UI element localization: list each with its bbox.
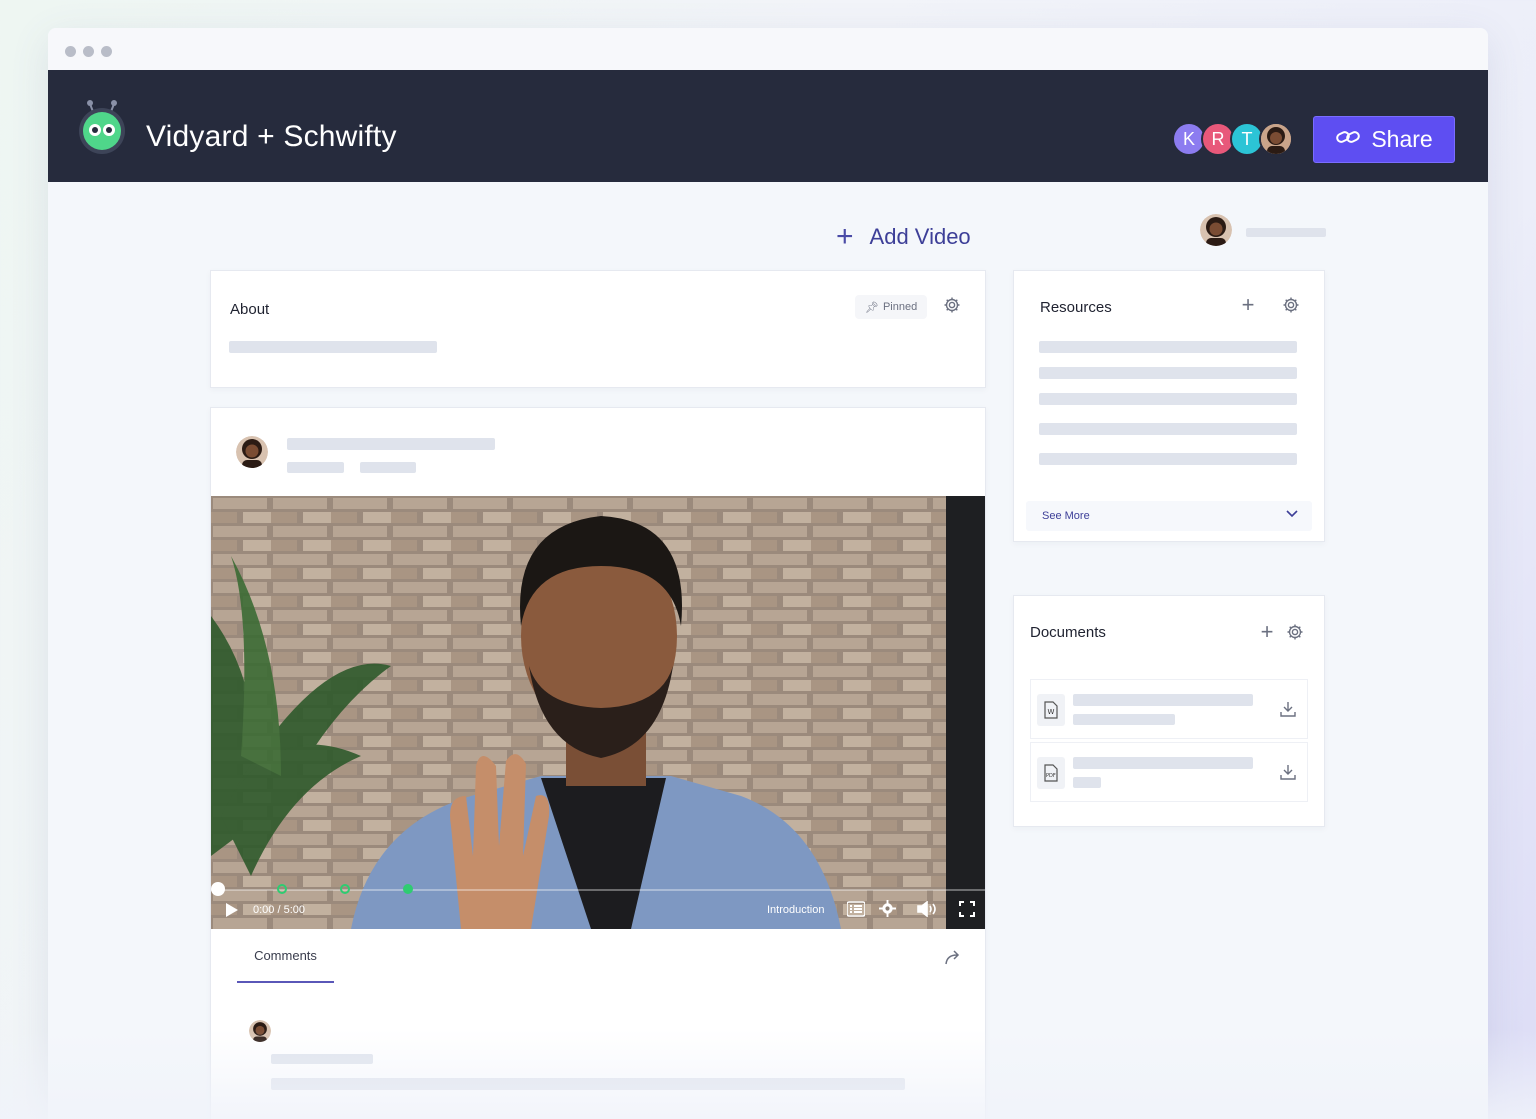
resource-placeholder <box>1039 393 1297 405</box>
owner-name-placeholder <box>1246 228 1326 237</box>
window-dot <box>101 46 112 57</box>
user-photo-icon <box>1200 214 1232 246</box>
link-icon <box>1335 126 1361 153</box>
documents-title: Documents <box>1030 624 1106 641</box>
document-row[interactable]: PDF <box>1030 742 1308 802</box>
fullscreen-icon[interactable] <box>959 901 975 920</box>
user-photo-icon <box>1261 124 1291 154</box>
resources-title: Resources <box>1040 299 1112 316</box>
volume-icon[interactable] <box>917 900 939 920</box>
chapters-list-icon[interactable] <box>846 901 866 920</box>
user-photo-icon <box>249 1020 271 1042</box>
pdf-file-icon: PDF <box>1037 757 1065 789</box>
owner-avatar[interactable] <box>1200 214 1232 246</box>
browser-window: Vidyard + Schwifty K R T Share + Add Vid… <box>48 28 1488 1119</box>
see-more-label: See More <box>1042 510 1090 522</box>
vidyard-logo-icon <box>76 96 128 154</box>
avatar[interactable] <box>1259 122 1293 156</box>
settings-gear-icon[interactable] <box>879 900 896 920</box>
about-title: About <box>230 301 270 318</box>
see-more-button[interactable]: See More <box>1026 501 1312 531</box>
chapter-label[interactable]: Introduction <box>767 904 824 916</box>
progress-handle[interactable] <box>211 882 225 896</box>
word-file-icon: W <box>1037 694 1065 726</box>
resource-placeholder <box>1039 341 1297 353</box>
document-name-placeholder <box>1073 757 1253 769</box>
resource-placeholder <box>1039 367 1297 379</box>
main-content: + Add Video About 📌︎ Pinned 0:00 / 5:00 … <box>48 182 1488 1119</box>
chapter-marker[interactable] <box>277 884 287 894</box>
document-row[interactable]: W <box>1030 679 1308 739</box>
window-dot <box>83 46 94 57</box>
window-dot <box>65 46 76 57</box>
window-chrome <box>48 28 1488 70</box>
share-button[interactable]: Share <box>1313 116 1455 163</box>
tab-comments[interactable]: Comments <box>237 929 334 983</box>
about-card: About 📌︎ Pinned <box>210 270 986 388</box>
document-meta-placeholder <box>1073 777 1101 788</box>
svg-text:PDF: PDF <box>1046 773 1056 779</box>
video-time: 0:00 / 5:00 <box>253 904 305 916</box>
comment-text-placeholder <box>271 1078 905 1090</box>
video-controls: 0:00 / 5:00 Introduction <box>211 882 985 929</box>
gear-icon[interactable] <box>942 295 962 315</box>
about-text-placeholder <box>229 341 437 353</box>
video-tabs: Comments <box>211 929 985 989</box>
add-resource-plus-icon[interactable]: + <box>1238 292 1258 317</box>
user-photo-icon <box>236 436 268 468</box>
resources-card: Resources + See More <box>1013 270 1325 542</box>
download-icon[interactable] <box>1279 763 1297 786</box>
video-card: 0:00 / 5:00 Introduction Comments <box>210 407 986 1119</box>
resource-placeholder <box>1039 453 1297 465</box>
plus-icon: + <box>836 220 854 253</box>
gear-icon[interactable] <box>1281 295 1301 315</box>
add-video-label: Add Video <box>869 224 971 249</box>
pinned-badge[interactable]: 📌︎ Pinned <box>855 295 928 319</box>
video-meta-placeholder <box>360 462 416 473</box>
avatar <box>249 1020 271 1042</box>
share-label: Share <box>1371 126 1433 152</box>
pinned-label: Pinned <box>882 301 918 313</box>
document-meta-placeholder <box>1073 714 1175 725</box>
app-title: Vidyard + Schwifty <box>146 120 397 153</box>
play-icon[interactable] <box>225 902 239 921</box>
video-title-placeholder <box>287 438 495 450</box>
comment-author-placeholder <box>271 1054 373 1064</box>
add-video-button[interactable]: + Add Video <box>836 222 971 252</box>
video-player[interactable]: 0:00 / 5:00 Introduction <box>211 496 985 929</box>
pin-icon: 📌︎ <box>865 301 879 314</box>
app-header: Vidyard + Schwifty K R T Share <box>48 70 1488 182</box>
progress-track[interactable] <box>211 889 985 891</box>
share-arrow-icon[interactable] <box>945 949 963 970</box>
chevron-down-icon <box>1286 509 1298 521</box>
resource-placeholder <box>1039 423 1297 435</box>
chapter-marker[interactable] <box>403 884 413 894</box>
download-icon[interactable] <box>1279 700 1297 723</box>
svg-text:W: W <box>1048 708 1055 716</box>
gear-icon[interactable] <box>1285 622 1305 642</box>
video-meta-placeholder <box>287 462 344 473</box>
avatar <box>236 436 268 468</box>
document-name-placeholder <box>1073 694 1253 706</box>
documents-card: Documents + W PDF <box>1013 595 1325 827</box>
chapter-marker[interactable] <box>340 884 350 894</box>
video-frame <box>211 496 985 929</box>
add-document-plus-icon[interactable]: + <box>1257 619 1277 644</box>
